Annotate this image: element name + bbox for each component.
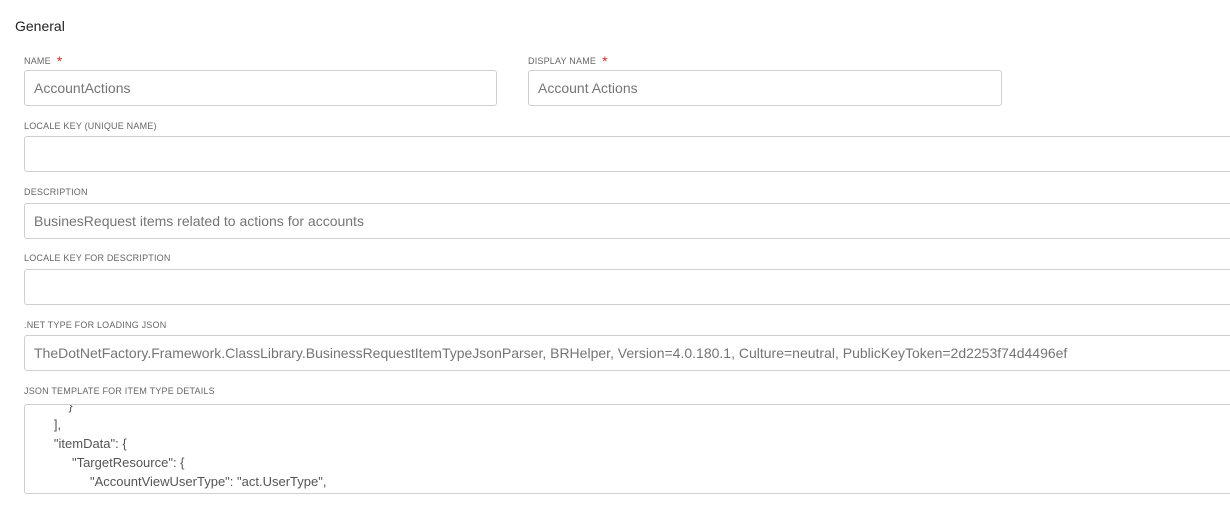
net-type-input[interactable]: TheDotNetFactory.Framework.ClassLibrary.…: [24, 335, 1230, 371]
name-input[interactable]: AccountActions: [24, 70, 497, 106]
display-name-label: DISPLAY NAME *: [528, 53, 608, 69]
json-template-label: JSON TEMPLATE FOR ITEM TYPE DETAILS: [24, 386, 215, 396]
json-template-textarea[interactable]: } ], "itemData": { "TargetResource": { "…: [24, 404, 1230, 494]
net-type-label: .NET TYPE FOR LOADING JSON: [24, 320, 167, 330]
display-name-required-mark: *: [602, 53, 608, 69]
json-template-content: } ], "itemData": { "TargetResource": { "…: [25, 404, 327, 491]
json-line: }: [25, 404, 73, 413]
json-line: ],: [25, 417, 62, 432]
json-line: "itemData": {: [25, 436, 127, 451]
description-label: DESCRIPTION: [24, 187, 88, 197]
description-input[interactable]: BusinesRequest items related to actions …: [24, 203, 1230, 239]
json-line: "AccountViewUserType": "act.UserType",: [25, 474, 327, 489]
locale-key-label: LOCALE KEY (UNIQUE NAME): [24, 121, 157, 131]
name-required-mark: *: [56, 53, 63, 69]
general-settings-form: General NAME * AccountActions DISPLAY NAM…: [0, 0, 1230, 521]
locale-key-description-label: LOCALE KEY FOR DESCRIPTION: [24, 253, 171, 263]
display-name-label-text: DISPLAY NAME: [528, 56, 597, 66]
display-name-input[interactable]: Account Actions: [528, 70, 1002, 106]
locale-key-input[interactable]: [24, 136, 1230, 172]
section-title: General: [15, 18, 65, 34]
json-line: "TargetResource": {: [25, 455, 185, 470]
locale-key-description-input[interactable]: [24, 269, 1230, 305]
name-label: NAME *: [24, 53, 63, 69]
name-label-text: NAME: [24, 56, 51, 66]
